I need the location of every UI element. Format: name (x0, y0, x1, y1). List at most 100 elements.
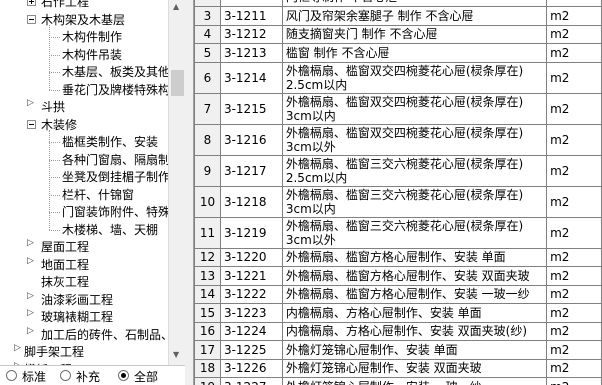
tree-node[interactable]: 屋面工程 (41, 238, 89, 256)
tree-node[interactable]: 木楼梯、墙、天棚 (62, 221, 158, 239)
table-row[interactable]: 6 3-1214 外檐槅扇、槛窗双交四椀菱花心屉(棂条厚在) 2.5cm以内 m2 (194, 61, 602, 94)
quota-tree-panel[interactable]: 石作工程 木构架及木基层 木构件制作 木构件吊装 木基层、板类及其他 垂花门及牌楼特殊构斗… (0, 0, 185, 365)
cell-code[interactable]: 3-1225 (219, 340, 283, 360)
tree-node[interactable]: 门窗装饰附件、特殊 (62, 203, 170, 221)
cell-code[interactable]: 3-1211 (219, 6, 283, 26)
table-row[interactable]: 4 3-1212 随支摘窗夹门 制作 不含心屉 m2 (194, 24, 602, 44)
cell-unit[interactable]: m2 (546, 123, 602, 156)
expand-caret-icon[interactable]: ▷ (27, 326, 36, 336)
cell-unit[interactable]: m2 (546, 321, 602, 341)
cell-unit[interactable]: m2 (546, 154, 602, 187)
cell-name[interactable]: 外檐槅扇、槛窗三交六椀菱花心屉(棂条厚在) 3cm以内 (281, 185, 548, 218)
table-row[interactable]: 14 3-1222 外檐槅扇、槛窗方格心屉制作、安装 一玻一纱 m2 (194, 284, 602, 304)
cell-num[interactable]: 15 (194, 303, 221, 323)
cell-name[interactable]: 外檐槅扇、槛窗方格心屉制作、安装 一玻一纱 (281, 284, 548, 304)
cell-code[interactable]: 3-1220 (219, 247, 283, 267)
cell-num[interactable]: 18 (194, 358, 221, 378)
cell-unit[interactable]: m2 (546, 61, 602, 94)
table-row[interactable]: 18 3-1226 外檐灯笼锦心屉制作、安装 双面夹玻 m2 (194, 358, 602, 378)
cell-name[interactable]: 外檐槅扇、槛窗方格心屉制作、安装 双面夹玻 (281, 266, 548, 286)
cell-unit[interactable]: m2 (546, 340, 602, 360)
cell-unit[interactable]: m2 (546, 43, 602, 63)
tree-node[interactable]: 槛框类制作、安装 (62, 133, 158, 151)
cell-code[interactable]: 3-1222 (219, 284, 283, 304)
cell-unit[interactable]: m2 (546, 358, 602, 378)
cell-num[interactable]: 19 (194, 377, 221, 385)
cell-unit[interactable]: m2 (546, 216, 602, 249)
table-row[interactable]: 10 3-1218 外檐槅扇、槛窗三交六椀菱花心屉(棂条厚在) 3cm以内 m2 (194, 185, 602, 218)
expand-caret-icon[interactable]: ▷ (27, 291, 36, 301)
cell-unit[interactable]: m2 (546, 185, 602, 218)
cell-num[interactable]: 6 (194, 61, 221, 94)
radio-standard[interactable] (6, 370, 17, 381)
tree-node[interactable]: 抹灰工程 (41, 273, 89, 291)
cell-code[interactable]: 3-1216 (219, 123, 283, 156)
cell-name[interactable]: 外檐槅扇、槛窗三交六椀菱花心屉(棂条厚在) 3cm以外 (281, 216, 548, 249)
tree-node[interactable]: 坐凳及倒挂楣子制作 (62, 168, 170, 186)
tree-node[interactable]: 石作工程 (41, 0, 89, 11)
cell-name[interactable]: 外檐灯笼锦心屉制作、安装 一玻一纱 (281, 377, 548, 385)
table-row[interactable]: 7 3-1215 外檐槅扇、槛窗双交四椀菱花心屉(棂条厚在) 3cm以内 m2 (194, 92, 602, 125)
cell-code[interactable]: 3-1214 (219, 61, 283, 94)
cell-unit[interactable]: m2 (546, 284, 602, 304)
scroll-down-icon[interactable]: ▼ (173, 350, 179, 359)
cell-name[interactable]: 风门及帘架余塞腿子 制作 不含心屉 (281, 6, 548, 26)
table-row[interactable]: 16 3-1224 内檐槅扇、方格心屉制作、安装 双面夹玻(纱) m2 (194, 321, 602, 341)
tree-node[interactable]: 垂花门及牌楼特殊构 (62, 81, 170, 99)
expand-caret-icon[interactable]: ▷ (27, 238, 36, 248)
cell-num[interactable]: 17 (194, 340, 221, 360)
cell-unit[interactable]: m2 (546, 24, 602, 44)
tree-node[interactable]: 各种门窗扇、隔扇制 (62, 151, 170, 169)
cell-num[interactable]: 10 (194, 185, 221, 218)
radio-all[interactable] (118, 370, 129, 381)
cell-name[interactable]: 外檐槅扇、槛窗双交四椀菱花心屉(棂条厚在) 3cm以外 (281, 123, 548, 156)
cell-num[interactable]: 13 (194, 266, 221, 286)
table-row[interactable]: 193-1227外檐灯笼锦心屉制作、安装 一玻一纱m2 (194, 377, 602, 385)
table-row[interactable]: 17 3-1225 外檐灯笼锦心屉制作、安装 单面 m2 (194, 340, 602, 360)
cell-code[interactable]: 3-1223 (219, 303, 283, 323)
cell-num[interactable]: 14 (194, 284, 221, 304)
cell-code[interactable]: 3-1224 (219, 321, 283, 341)
cell-num[interactable]: 3 (194, 6, 221, 26)
scroll-up-icon[interactable]: ▲ (173, 2, 179, 11)
cell-num[interactable]: 5 (194, 43, 221, 63)
expand-caret-icon[interactable]: ▷ (27, 98, 36, 108)
cell-name[interactable]: 外檐灯笼锦心屉制作、安装 单面 (281, 340, 548, 360)
cell-unit[interactable]: m2 (546, 92, 602, 125)
cell-name[interactable]: 槛窗 制作 不含心屉 (281, 43, 548, 63)
table-row[interactable]: 13 3-1221 外檐槅扇、槛窗方格心屉制作、安装 双面夹玻 m2 (194, 266, 602, 286)
cell-unit[interactable]: m2 (546, 247, 602, 267)
expand-caret-icon[interactable]: ▷ (27, 308, 36, 318)
cell-unit[interactable]: m2 (546, 377, 602, 385)
tree-node[interactable]: 木基层、板类及其他 (62, 63, 170, 81)
tree-vertical-scrollbar[interactable]: ▲ ▼ (168, 0, 185, 365)
table-row[interactable]: 3 3-1211 风门及帘架余塞腿子 制作 不含心屉 m2 (194, 6, 602, 26)
expand-caret-icon[interactable]: ▷ (14, 343, 23, 353)
cell-code[interactable]: 3-1213 (219, 43, 283, 63)
scrollbar-thumb[interactable] (171, 70, 184, 96)
tree-node[interactable]: 木构件制作 (62, 28, 122, 46)
table-row[interactable]: 15 3-1223 内檐槅扇、方格心屉制作、安装 单面 m2 (194, 303, 602, 323)
cell-num[interactable]: 9 (194, 154, 221, 187)
tree-node[interactable]: 加工后的砖件、石制品、 (41, 326, 173, 344)
cell-code[interactable]: 3-1227 (219, 377, 283, 385)
cell-code[interactable]: 3-1221 (219, 266, 283, 286)
collapse-minus-icon[interactable] (27, 119, 36, 129)
cell-name[interactable]: 内檐槅扇、方格心屉制作、安装 单面 (281, 303, 548, 323)
tree-node[interactable]: 油漆彩画工程 (41, 291, 113, 309)
tree-node[interactable]: 地面工程 (41, 256, 89, 274)
expand-plus-icon[interactable] (27, 0, 36, 6)
cell-code[interactable]: 3-1218 (219, 185, 283, 218)
cell-unit[interactable]: m2 (546, 303, 602, 323)
cell-num[interactable]: 11 (194, 216, 221, 249)
cell-code[interactable]: 3-1226 (219, 358, 283, 378)
radio-supplement[interactable] (60, 370, 71, 381)
tree-node[interactable]: 脚手架工程 (24, 343, 84, 361)
table-row[interactable]: 9 3-1217 外檐槅扇、槛窗三交六椀菱花心屉(棂条厚在) 2.5cm以内 m2 (194, 154, 602, 187)
cell-num[interactable]: 16 (194, 321, 221, 341)
cell-name[interactable]: 外檐槅扇、槛窗双交四椀菱花心屉(棂条厚在) 2.5cm以内 (281, 61, 548, 94)
tree-node[interactable]: 木构架及木基层 (41, 11, 125, 29)
panel-splitter[interactable] (185, 0, 194, 385)
cell-code[interactable]: 3-1219 (219, 216, 283, 249)
cell-name[interactable]: 外檐灯笼锦心屉制作、安装 双面夹玻 (281, 358, 548, 378)
